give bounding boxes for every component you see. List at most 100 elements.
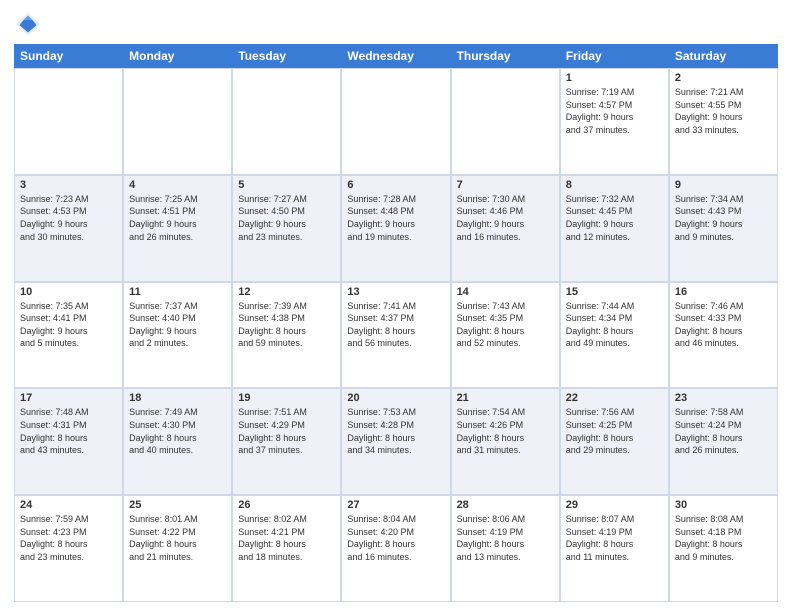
day-number: 3 (20, 179, 117, 191)
calendar-day-18: 18 Sunrise: 7:49 AM Sunset: 4:30 PM Dayli… (123, 388, 232, 495)
day-number: 13 (347, 286, 444, 298)
day-detail: Sunrise: 7:54 AM Sunset: 4:26 PM Dayligh… (457, 406, 554, 456)
day-number: 10 (20, 286, 117, 298)
logo-icon (14, 10, 42, 38)
page: SundayMondayTuesdayWednesdayThursdayFrid… (0, 0, 792, 612)
calendar-day-27: 27 Sunrise: 8:04 AM Sunset: 4:20 PM Dayli… (341, 495, 450, 602)
day-detail: Sunrise: 7:23 AM Sunset: 4:53 PM Dayligh… (20, 193, 117, 243)
day-detail: Sunrise: 8:07 AM Sunset: 4:19 PM Dayligh… (566, 513, 663, 563)
day-number: 25 (129, 499, 226, 511)
day-number: 2 (675, 72, 772, 84)
day-number: 26 (238, 499, 335, 511)
day-detail: Sunrise: 7:51 AM Sunset: 4:29 PM Dayligh… (238, 406, 335, 456)
day-number: 8 (566, 179, 663, 191)
calendar-day-25: 25 Sunrise: 8:01 AM Sunset: 4:22 PM Dayli… (123, 495, 232, 602)
day-number: 22 (566, 392, 663, 404)
day-detail: Sunrise: 8:01 AM Sunset: 4:22 PM Dayligh… (129, 513, 226, 563)
calendar-day-9: 9Sunrise: 7:34 AM Sunset: 4:43 PM Daylig… (669, 175, 778, 282)
day-number: 29 (566, 499, 663, 511)
day-detail: Sunrise: 7:46 AM Sunset: 4:33 PM Dayligh… (675, 300, 772, 350)
header-day-friday: Friday (560, 44, 669, 68)
calendar-day-24: 24 Sunrise: 7:59 AM Sunset: 4:23 PM Dayli… (14, 495, 123, 602)
day-detail: Sunrise: 8:04 AM Sunset: 4:20 PM Dayligh… (347, 513, 444, 563)
calendar-day-19: 19Sunrise: 7:51 AM Sunset: 4:29 PM Dayli… (232, 388, 341, 495)
header-day-wednesday: Wednesday (341, 44, 450, 68)
calendar-week-1: 1 Sunrise: 7:19 AM Sunset: 4:57 PM Daylig… (14, 68, 778, 175)
day-detail: Sunrise: 7:30 AM Sunset: 4:46 PM Dayligh… (457, 193, 554, 243)
calendar-day-8: 8 Sunrise: 7:32 AM Sunset: 4:45 PM Daylig… (560, 175, 669, 282)
day-detail: Sunrise: 7:56 AM Sunset: 4:25 PM Dayligh… (566, 406, 663, 456)
calendar-day-12: 12 Sunrise: 7:39 AM Sunset: 4:38 PM Dayli… (232, 282, 341, 389)
calendar-week-3: 10 Sunrise: 7:35 AM Sunset: 4:41 PM Dayli… (14, 282, 778, 389)
calendar-day-15: 15 Sunrise: 7:44 AM Sunset: 4:34 PM Dayli… (560, 282, 669, 389)
calendar-day-4: 4Sunrise: 7:25 AM Sunset: 4:51 PM Daylig… (123, 175, 232, 282)
day-number: 23 (675, 392, 772, 404)
day-detail: Sunrise: 7:25 AM Sunset: 4:51 PM Dayligh… (129, 193, 226, 243)
calendar-day-10: 10 Sunrise: 7:35 AM Sunset: 4:41 PM Dayli… (14, 282, 123, 389)
day-number: 27 (347, 499, 444, 511)
day-detail: Sunrise: 8:02 AM Sunset: 4:21 PM Dayligh… (238, 513, 335, 563)
day-number: 28 (457, 499, 554, 511)
header-day-saturday: Saturday (669, 44, 778, 68)
calendar-empty-cell (14, 68, 123, 175)
day-number: 12 (238, 286, 335, 298)
header-day-thursday: Thursday (451, 44, 560, 68)
day-detail: Sunrise: 7:59 AM Sunset: 4:23 PM Dayligh… (20, 513, 117, 563)
calendar-day-16: 16 Sunrise: 7:46 AM Sunset: 4:33 PM Dayli… (669, 282, 778, 389)
day-number: 16 (675, 286, 772, 298)
calendar-body: 1 Sunrise: 7:19 AM Sunset: 4:57 PM Daylig… (14, 68, 778, 602)
day-detail: Sunrise: 7:27 AM Sunset: 4:50 PM Dayligh… (238, 193, 335, 243)
calendar-week-4: 17 Sunrise: 7:48 AM Sunset: 4:31 PM Dayli… (14, 388, 778, 495)
day-detail: Sunrise: 7:35 AM Sunset: 4:41 PM Dayligh… (20, 300, 117, 350)
calendar-day-5: 5 Sunrise: 7:27 AM Sunset: 4:50 PM Daylig… (232, 175, 341, 282)
day-number: 20 (347, 392, 444, 404)
day-detail: Sunrise: 7:32 AM Sunset: 4:45 PM Dayligh… (566, 193, 663, 243)
calendar-day-3: 3 Sunrise: 7:23 AM Sunset: 4:53 PM Daylig… (14, 175, 123, 282)
calendar-day-6: 6 Sunrise: 7:28 AM Sunset: 4:48 PM Daylig… (341, 175, 450, 282)
day-number: 1 (566, 72, 663, 84)
header-day-sunday: Sunday (14, 44, 123, 68)
day-detail: Sunrise: 7:19 AM Sunset: 4:57 PM Dayligh… (566, 86, 663, 136)
day-detail: Sunrise: 7:41 AM Sunset: 4:37 PM Dayligh… (347, 300, 444, 350)
day-number: 17 (20, 392, 117, 404)
day-detail: Sunrise: 7:48 AM Sunset: 4:31 PM Dayligh… (20, 406, 117, 456)
calendar-day-23: 23 Sunrise: 7:58 AM Sunset: 4:24 PM Dayli… (669, 388, 778, 495)
day-detail: Sunrise: 7:44 AM Sunset: 4:34 PM Dayligh… (566, 300, 663, 350)
day-detail: Sunrise: 7:28 AM Sunset: 4:48 PM Dayligh… (347, 193, 444, 243)
day-number: 30 (675, 499, 772, 511)
calendar-header: SundayMondayTuesdayWednesdayThursdayFrid… (14, 44, 778, 68)
day-detail: Sunrise: 7:58 AM Sunset: 4:24 PM Dayligh… (675, 406, 772, 456)
calendar-day-17: 17 Sunrise: 7:48 AM Sunset: 4:31 PM Dayli… (14, 388, 123, 495)
calendar-day-28: 28 Sunrise: 8:06 AM Sunset: 4:19 PM Dayli… (451, 495, 560, 602)
calendar-empty-cell (232, 68, 341, 175)
day-number: 7 (457, 179, 554, 191)
day-detail: Sunrise: 7:39 AM Sunset: 4:38 PM Dayligh… (238, 300, 335, 350)
calendar-day-30: 30 Sunrise: 8:08 AM Sunset: 4:18 PM Dayli… (669, 495, 778, 602)
day-number: 18 (129, 392, 226, 404)
day-detail: Sunrise: 8:06 AM Sunset: 4:19 PM Dayligh… (457, 513, 554, 563)
day-detail: Sunrise: 8:08 AM Sunset: 4:18 PM Dayligh… (675, 513, 772, 563)
calendar-day-11: 11 Sunrise: 7:37 AM Sunset: 4:40 PM Dayli… (123, 282, 232, 389)
day-number: 5 (238, 179, 335, 191)
day-detail: Sunrise: 7:37 AM Sunset: 4:40 PM Dayligh… (129, 300, 226, 350)
day-number: 11 (129, 286, 226, 298)
calendar-day-20: 20 Sunrise: 7:53 AM Sunset: 4:28 PM Dayli… (341, 388, 450, 495)
day-number: 6 (347, 179, 444, 191)
day-number: 21 (457, 392, 554, 404)
calendar-empty-cell (451, 68, 560, 175)
day-detail: Sunrise: 7:49 AM Sunset: 4:30 PM Dayligh… (129, 406, 226, 456)
calendar: SundayMondayTuesdayWednesdayThursdayFrid… (14, 44, 778, 602)
calendar-day-29: 29 Sunrise: 8:07 AM Sunset: 4:19 PM Dayli… (560, 495, 669, 602)
header-day-monday: Monday (123, 44, 232, 68)
header-day-tuesday: Tuesday (232, 44, 341, 68)
calendar-day-7: 7 Sunrise: 7:30 AM Sunset: 4:46 PM Daylig… (451, 175, 560, 282)
day-number: 9 (675, 179, 772, 191)
calendar-day-22: 22 Sunrise: 7:56 AM Sunset: 4:25 PM Dayli… (560, 388, 669, 495)
day-number: 24 (20, 499, 117, 511)
calendar-empty-cell (341, 68, 450, 175)
day-number: 15 (566, 286, 663, 298)
day-detail: Sunrise: 7:53 AM Sunset: 4:28 PM Dayligh… (347, 406, 444, 456)
calendar-day-21: 21 Sunrise: 7:54 AM Sunset: 4:26 PM Dayli… (451, 388, 560, 495)
calendar-day-1: 1 Sunrise: 7:19 AM Sunset: 4:57 PM Daylig… (560, 68, 669, 175)
calendar-empty-cell (123, 68, 232, 175)
